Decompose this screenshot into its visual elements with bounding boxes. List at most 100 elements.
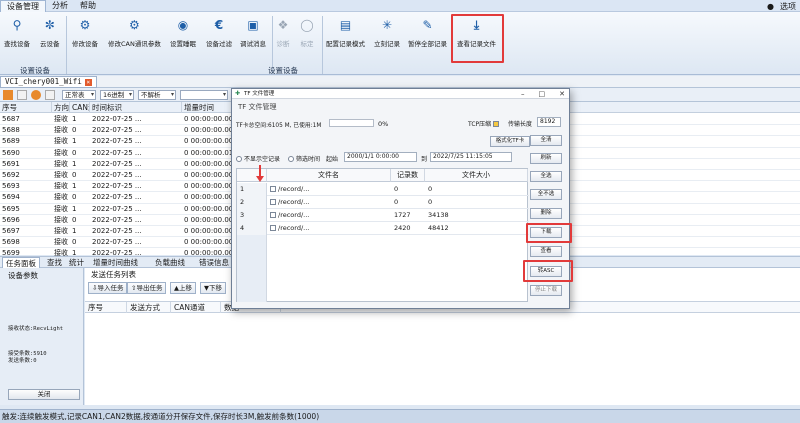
send-col-index[interactable]: 序号	[85, 302, 127, 313]
start-date-input[interactable]: 2000/1/1 0:00:00	[344, 152, 417, 162]
cell-direction: 接收	[54, 148, 68, 157]
tab-delta-curve[interactable]: 增量时间曲线	[90, 257, 141, 268]
pause-all-record-button[interactable]: ✎ 暂停全部记录	[408, 18, 447, 48]
chunk-label: 传输长度	[508, 121, 533, 128]
file-name-text: /record/...	[278, 198, 310, 206]
diagnose-button[interactable]: ❖ 诊断	[276, 18, 290, 48]
import-task-button[interactable]: ⇩导入任务	[88, 282, 128, 294]
cell-direction: 接收	[54, 182, 68, 191]
app-icon: ✚	[235, 90, 241, 97]
file-checkbox[interactable]	[270, 225, 276, 231]
tab-search[interactable]: 查找	[44, 257, 65, 268]
maximize-icon[interactable]: □	[539, 89, 546, 99]
file-col-size[interactable]: 文件大小	[425, 169, 528, 182]
euro-icon: €	[214, 18, 224, 32]
cell-channel: 0	[72, 126, 77, 135]
debug-message-button[interactable]: ▣ 调试消息	[240, 18, 266, 48]
file-row-size: 0	[428, 198, 433, 206]
cell-direction: 接收	[54, 238, 68, 247]
delete-button[interactable]: 删除	[530, 208, 562, 219]
file-checkbox[interactable]	[270, 186, 276, 192]
select-all-button[interactable]: 全选	[530, 171, 562, 182]
col-index[interactable]: 序号	[0, 102, 52, 113]
file-row-name: /record/...	[267, 222, 391, 235]
cell-time: 2022-07-25 ...	[92, 137, 142, 146]
cell-channel: 1	[72, 115, 77, 123]
clear-all-button[interactable]: 全清	[530, 135, 562, 146]
send-task-title: 发送任务列表	[91, 270, 136, 279]
minimize-icon[interactable]: –	[521, 89, 525, 99]
modify-can-params-button[interactable]: ⚙ 修改CAN通讯参数	[108, 18, 161, 48]
window-controls: ● 选项	[767, 0, 796, 12]
send-col-mode[interactable]: 发送方式	[127, 302, 171, 313]
file-row[interactable]: 2/record/... 0 0	[237, 196, 529, 209]
close-icon[interactable]: ✕	[559, 89, 565, 99]
filter-time-checkbox[interactable]: 筛选时间	[288, 154, 320, 163]
close-button[interactable]: 关闭	[8, 389, 80, 400]
col-delta[interactable]: 增量时间	[182, 102, 232, 113]
cell-index: 5696	[2, 215, 20, 224]
mode-select[interactable]: 正常表	[62, 90, 96, 100]
file-row[interactable]: 3/record/... 1727 34138	[237, 209, 529, 222]
view-button[interactable]: 查看	[530, 246, 562, 257]
cell-direction: 接收	[54, 204, 68, 213]
export-task-button[interactable]: ⇧导出任务	[127, 282, 167, 294]
tab-task-panel[interactable]: 任务面板	[2, 257, 40, 268]
tab-stats[interactable]: 统计	[66, 257, 87, 268]
close-icon[interactable]: ×	[84, 78, 92, 86]
deselect-all-button[interactable]: 全不选	[530, 189, 562, 200]
calibrate-button[interactable]: ◯ 标定	[300, 18, 314, 48]
tab-load-curve[interactable]: 负载曲线	[152, 257, 188, 268]
search-input[interactable]	[180, 90, 228, 100]
parse-select[interactable]: 不解析	[138, 90, 176, 100]
col-time[interactable]: 时间标识	[90, 102, 182, 113]
settings-icon[interactable]	[31, 90, 41, 100]
set-sleep-button[interactable]: ◉ 设置睡眠	[170, 18, 196, 48]
file-checkbox[interactable]	[270, 212, 276, 218]
cloud-device-button[interactable]: ✼ 云设备	[40, 18, 60, 48]
find-device-button[interactable]: ⚲ 查找设备	[4, 18, 30, 48]
end-date-input[interactable]: 2022/7/25 11:15:05	[430, 152, 512, 162]
star-icon[interactable]	[17, 90, 27, 100]
chunk-select[interactable]: 8192	[537, 117, 561, 127]
device-filter-button[interactable]: € 设备过滤	[206, 18, 232, 48]
file-checkbox[interactable]	[270, 199, 276, 205]
radix-select[interactable]: 16进制	[100, 90, 134, 100]
options-menu[interactable]: 选项	[780, 1, 796, 12]
move-up-button[interactable]: ▲上移	[170, 282, 196, 294]
format-tf-button[interactable]: 格式化TF卡	[490, 136, 530, 147]
col-channel[interactable]: CAN通道	[70, 102, 90, 113]
cell-time: 2022-07-25 ...	[92, 204, 142, 213]
send-col-channel[interactable]: CAN通道	[171, 302, 221, 313]
theme-icon[interactable]: ●	[767, 2, 774, 11]
menu-device-manage[interactable]: 设备管理	[0, 0, 46, 12]
group-label-2: 设置设备	[268, 66, 298, 75]
file-row-index: 4	[237, 222, 267, 235]
move-down-button[interactable]: ▼下移	[200, 282, 226, 294]
menu-help[interactable]: 帮助	[74, 0, 102, 12]
cell-channel: 0	[72, 215, 77, 224]
hide-empty-checkbox[interactable]: 不显示空记录	[236, 154, 280, 163]
gear-icon: ⚙	[79, 18, 91, 32]
menu-analysis[interactable]: 分析	[46, 0, 74, 12]
pin-icon[interactable]	[45, 90, 55, 100]
cell-index: 5688	[2, 126, 20, 135]
progress-percent: 0%	[378, 120, 389, 128]
file-row[interactable]: 1/record/... 0 0	[237, 183, 529, 196]
file-row[interactable]: 4/record/... 2420 48412	[237, 222, 529, 235]
cell-time: 2022-07-25 ...	[92, 159, 142, 168]
record-icon[interactable]	[3, 90, 13, 100]
modify-device-button[interactable]: ⚙ 修改设备	[72, 18, 98, 48]
device-tab[interactable]: VCI_chery001_Wifi ×	[0, 76, 97, 88]
file-col-name[interactable]: 文件名	[267, 169, 391, 182]
tcp-compress-checkbox[interactable]: TCP压缩	[468, 119, 501, 128]
stop-download-button[interactable]: 停止下载	[530, 285, 562, 296]
config-record-mode-button[interactable]: ▤ 配置记录模式	[326, 18, 365, 48]
refresh-button[interactable]: 刷新	[530, 153, 562, 164]
tab-error-info[interactable]: 错误信息	[196, 257, 232, 268]
file-col-count[interactable]: 记录数	[391, 169, 425, 182]
record-now-button[interactable]: ✳ 立刻记录	[374, 18, 400, 48]
status-bar: 触发:连续触发模式,记录CAN1,CAN2数据,按通道分开保存文件,保存时长3M…	[0, 409, 800, 423]
cell-direction: 接收	[54, 227, 68, 235]
col-direction[interactable]: 方向	[52, 102, 70, 113]
